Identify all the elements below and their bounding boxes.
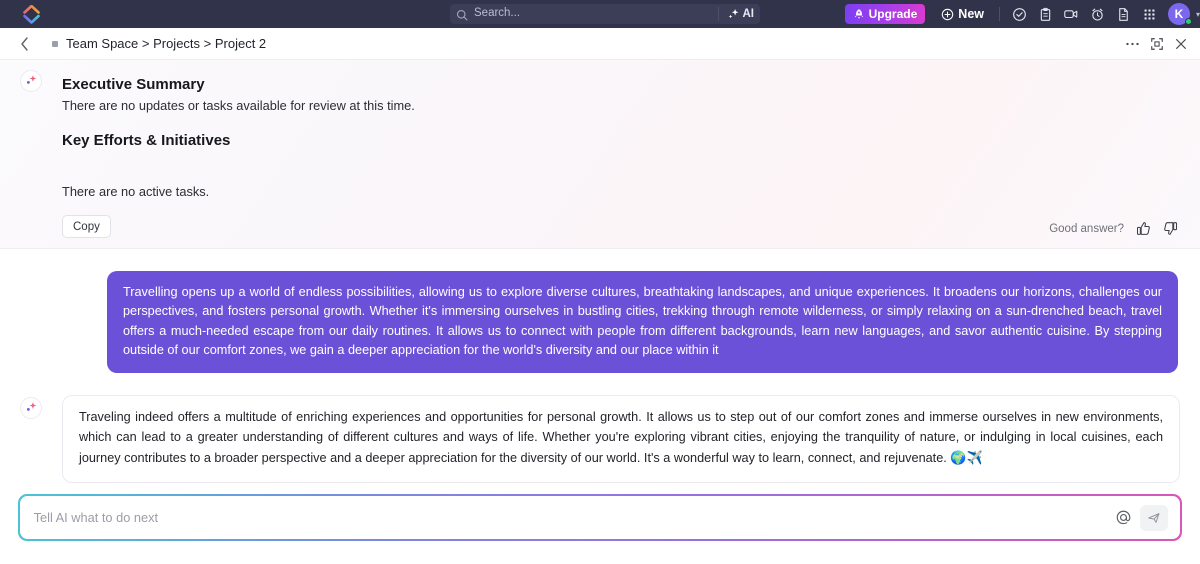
new-label: New — [958, 7, 984, 21]
toolbar-divider — [999, 7, 1000, 21]
user-avatar[interactable]: K ▾ — [1168, 1, 1200, 27]
new-button[interactable]: New — [933, 4, 992, 24]
answer-paragraph-key-efforts: There are no active tasks. — [62, 183, 210, 199]
composer-input[interactable] — [33, 510, 1113, 525]
bottom-spacer — [0, 552, 1200, 564]
top-navigation-bar: Search... AI Upgrade New K ▾ — [0, 0, 1200, 28]
assistant-reply-text: Traveling indeed offers a multitude of e… — [79, 410, 1163, 465]
search-ai-label: AI — [742, 8, 755, 20]
chevron-left-icon[interactable] — [14, 34, 34, 54]
video-camera-icon[interactable] — [1059, 3, 1083, 25]
plus-circle-icon — [942, 8, 954, 20]
user-message-bubble: Travelling opens up a world of endless p… — [107, 271, 1178, 374]
apps-grid-icon[interactable] — [1137, 3, 1161, 25]
close-icon[interactable] — [1174, 37, 1188, 51]
feedback-label: Good answer? — [1049, 222, 1124, 235]
ai-answer-card: Executive Summary There are no updates o… — [0, 60, 1200, 250]
assistant-reply-card: Traveling indeed offers a multitude of e… — [62, 395, 1180, 484]
top-bar-actions: Upgrade New K ▾ — [844, 0, 1200, 28]
answer-feedback: Good answer? — [1049, 221, 1178, 236]
conversation-thread: Executive Summary There are no updates o… — [0, 60, 1200, 564]
ai-sparkle-icon — [20, 397, 42, 420]
check-circle-icon[interactable] — [1007, 3, 1031, 25]
panel-controls — [1125, 28, 1188, 60]
online-status-dot — [1185, 18, 1192, 25]
user-message-row: Travelling opens up a world of endless p… — [0, 249, 1200, 374]
reply-emoji: 🌍✈️ — [950, 449, 983, 465]
answer-heading-executive-summary: Executive Summary — [62, 76, 205, 93]
rocket-icon — [854, 9, 863, 19]
global-search-bar[interactable]: Search... AI — [450, 4, 760, 24]
thumbs-up-icon[interactable] — [1136, 221, 1151, 236]
answer-paragraph-executive-summary: There are no updates or tasks available … — [62, 98, 415, 113]
chevron-down-icon: ▾ — [1195, 10, 1200, 19]
search-placeholder: Search... — [474, 7, 521, 20]
copy-button[interactable]: Copy — [62, 215, 111, 239]
upgrade-label: Upgrade — [868, 7, 918, 21]
ai-composer — [18, 494, 1182, 541]
send-button[interactable] — [1140, 504, 1169, 531]
ai-sparkle-icon — [20, 70, 42, 92]
upgrade-button[interactable]: Upgrade — [844, 4, 926, 24]
space-color-dot — [52, 40, 58, 47]
clickup-logo-icon[interactable] — [18, 1, 44, 27]
alarm-clock-icon[interactable] — [1085, 3, 1109, 25]
composer-inner — [19, 495, 1181, 540]
search-ai-button[interactable]: AI — [717, 7, 755, 21]
search-icon — [456, 8, 468, 21]
assistant-reply-row: Traveling indeed offers a multitude of e… — [0, 395, 1200, 484]
ai-chat-panel: Executive Summary There are no updates o… — [0, 60, 1200, 564]
document-icon[interactable] — [1111, 3, 1135, 25]
sparkle-icon — [728, 8, 738, 18]
more-options-icon[interactable] — [1125, 41, 1140, 47]
send-paper-plane-icon — [1148, 512, 1160, 523]
breadcrumb[interactable]: Team Space > Projects > Project 2 — [66, 36, 266, 51]
clipboard-icon[interactable] — [1033, 3, 1057, 25]
expand-collapse-icon[interactable] — [1150, 37, 1164, 51]
thumbs-down-icon[interactable] — [1163, 221, 1178, 236]
at-mention-icon[interactable] — [1112, 507, 1134, 529]
answer-heading-key-efforts: Key Efforts & Initiatives — [62, 131, 231, 149]
breadcrumb-bar: Team Space > Projects > Project 2 — [0, 28, 1200, 60]
